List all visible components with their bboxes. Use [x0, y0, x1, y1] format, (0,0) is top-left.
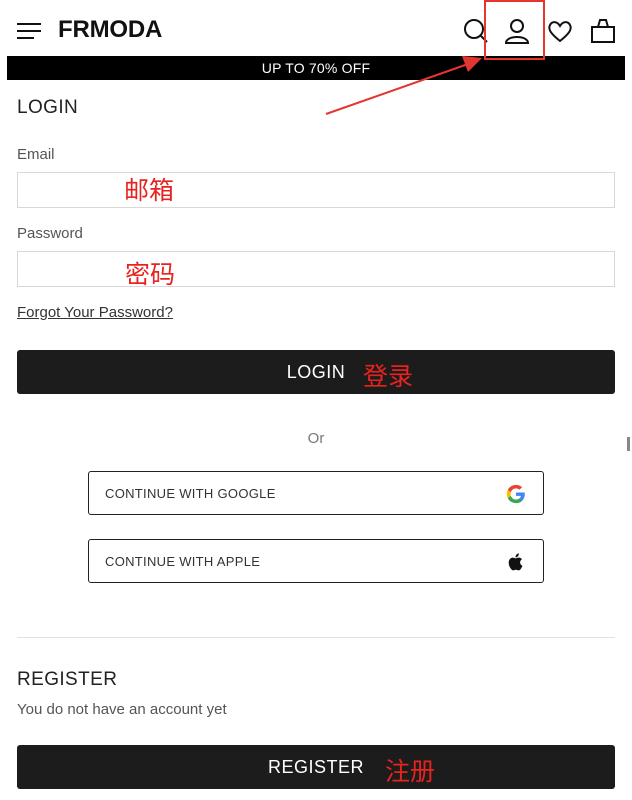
highlight-box: [484, 0, 545, 60]
login-heading: LOGIN: [17, 97, 79, 118]
google-login-button[interactable]: CONTINUE WITH GOOGLE: [88, 471, 544, 515]
apple-icon: [505, 551, 527, 573]
password-field[interactable]: [17, 251, 615, 287]
apple-login-button[interactable]: CONTINUE WITH APPLE: [88, 539, 544, 583]
register-button[interactable]: REGISTER: [17, 745, 615, 789]
password-label: Password: [17, 225, 83, 242]
annotation-register: 注册: [385, 757, 436, 786]
annotation-password: 密码: [125, 260, 176, 289]
menu-icon[interactable]: [17, 21, 41, 41]
email-field[interactable]: [17, 172, 615, 208]
bag-icon[interactable]: [589, 17, 617, 45]
google-login-label: CONTINUE WITH GOOGLE: [105, 486, 276, 501]
heart-icon[interactable]: [546, 17, 574, 45]
register-heading: REGISTER: [17, 669, 118, 690]
or-separator: Or: [307, 430, 325, 447]
email-label: Email: [17, 146, 55, 163]
scrollbar-thumb[interactable]: [627, 437, 630, 451]
section-divider: [17, 637, 615, 638]
google-icon: [505, 483, 527, 505]
site-logo[interactable]: FRMODA: [58, 16, 162, 44]
apple-login-label: CONTINUE WITH APPLE: [105, 554, 261, 569]
login-button[interactable]: LOGIN: [17, 350, 615, 394]
annotation-email: 邮箱: [124, 176, 175, 205]
register-subtitle: You do not have an account yet: [17, 701, 227, 718]
forgot-password-link[interactable]: Forgot Your Password?: [17, 304, 173, 321]
annotation-login: 登录: [363, 362, 414, 391]
